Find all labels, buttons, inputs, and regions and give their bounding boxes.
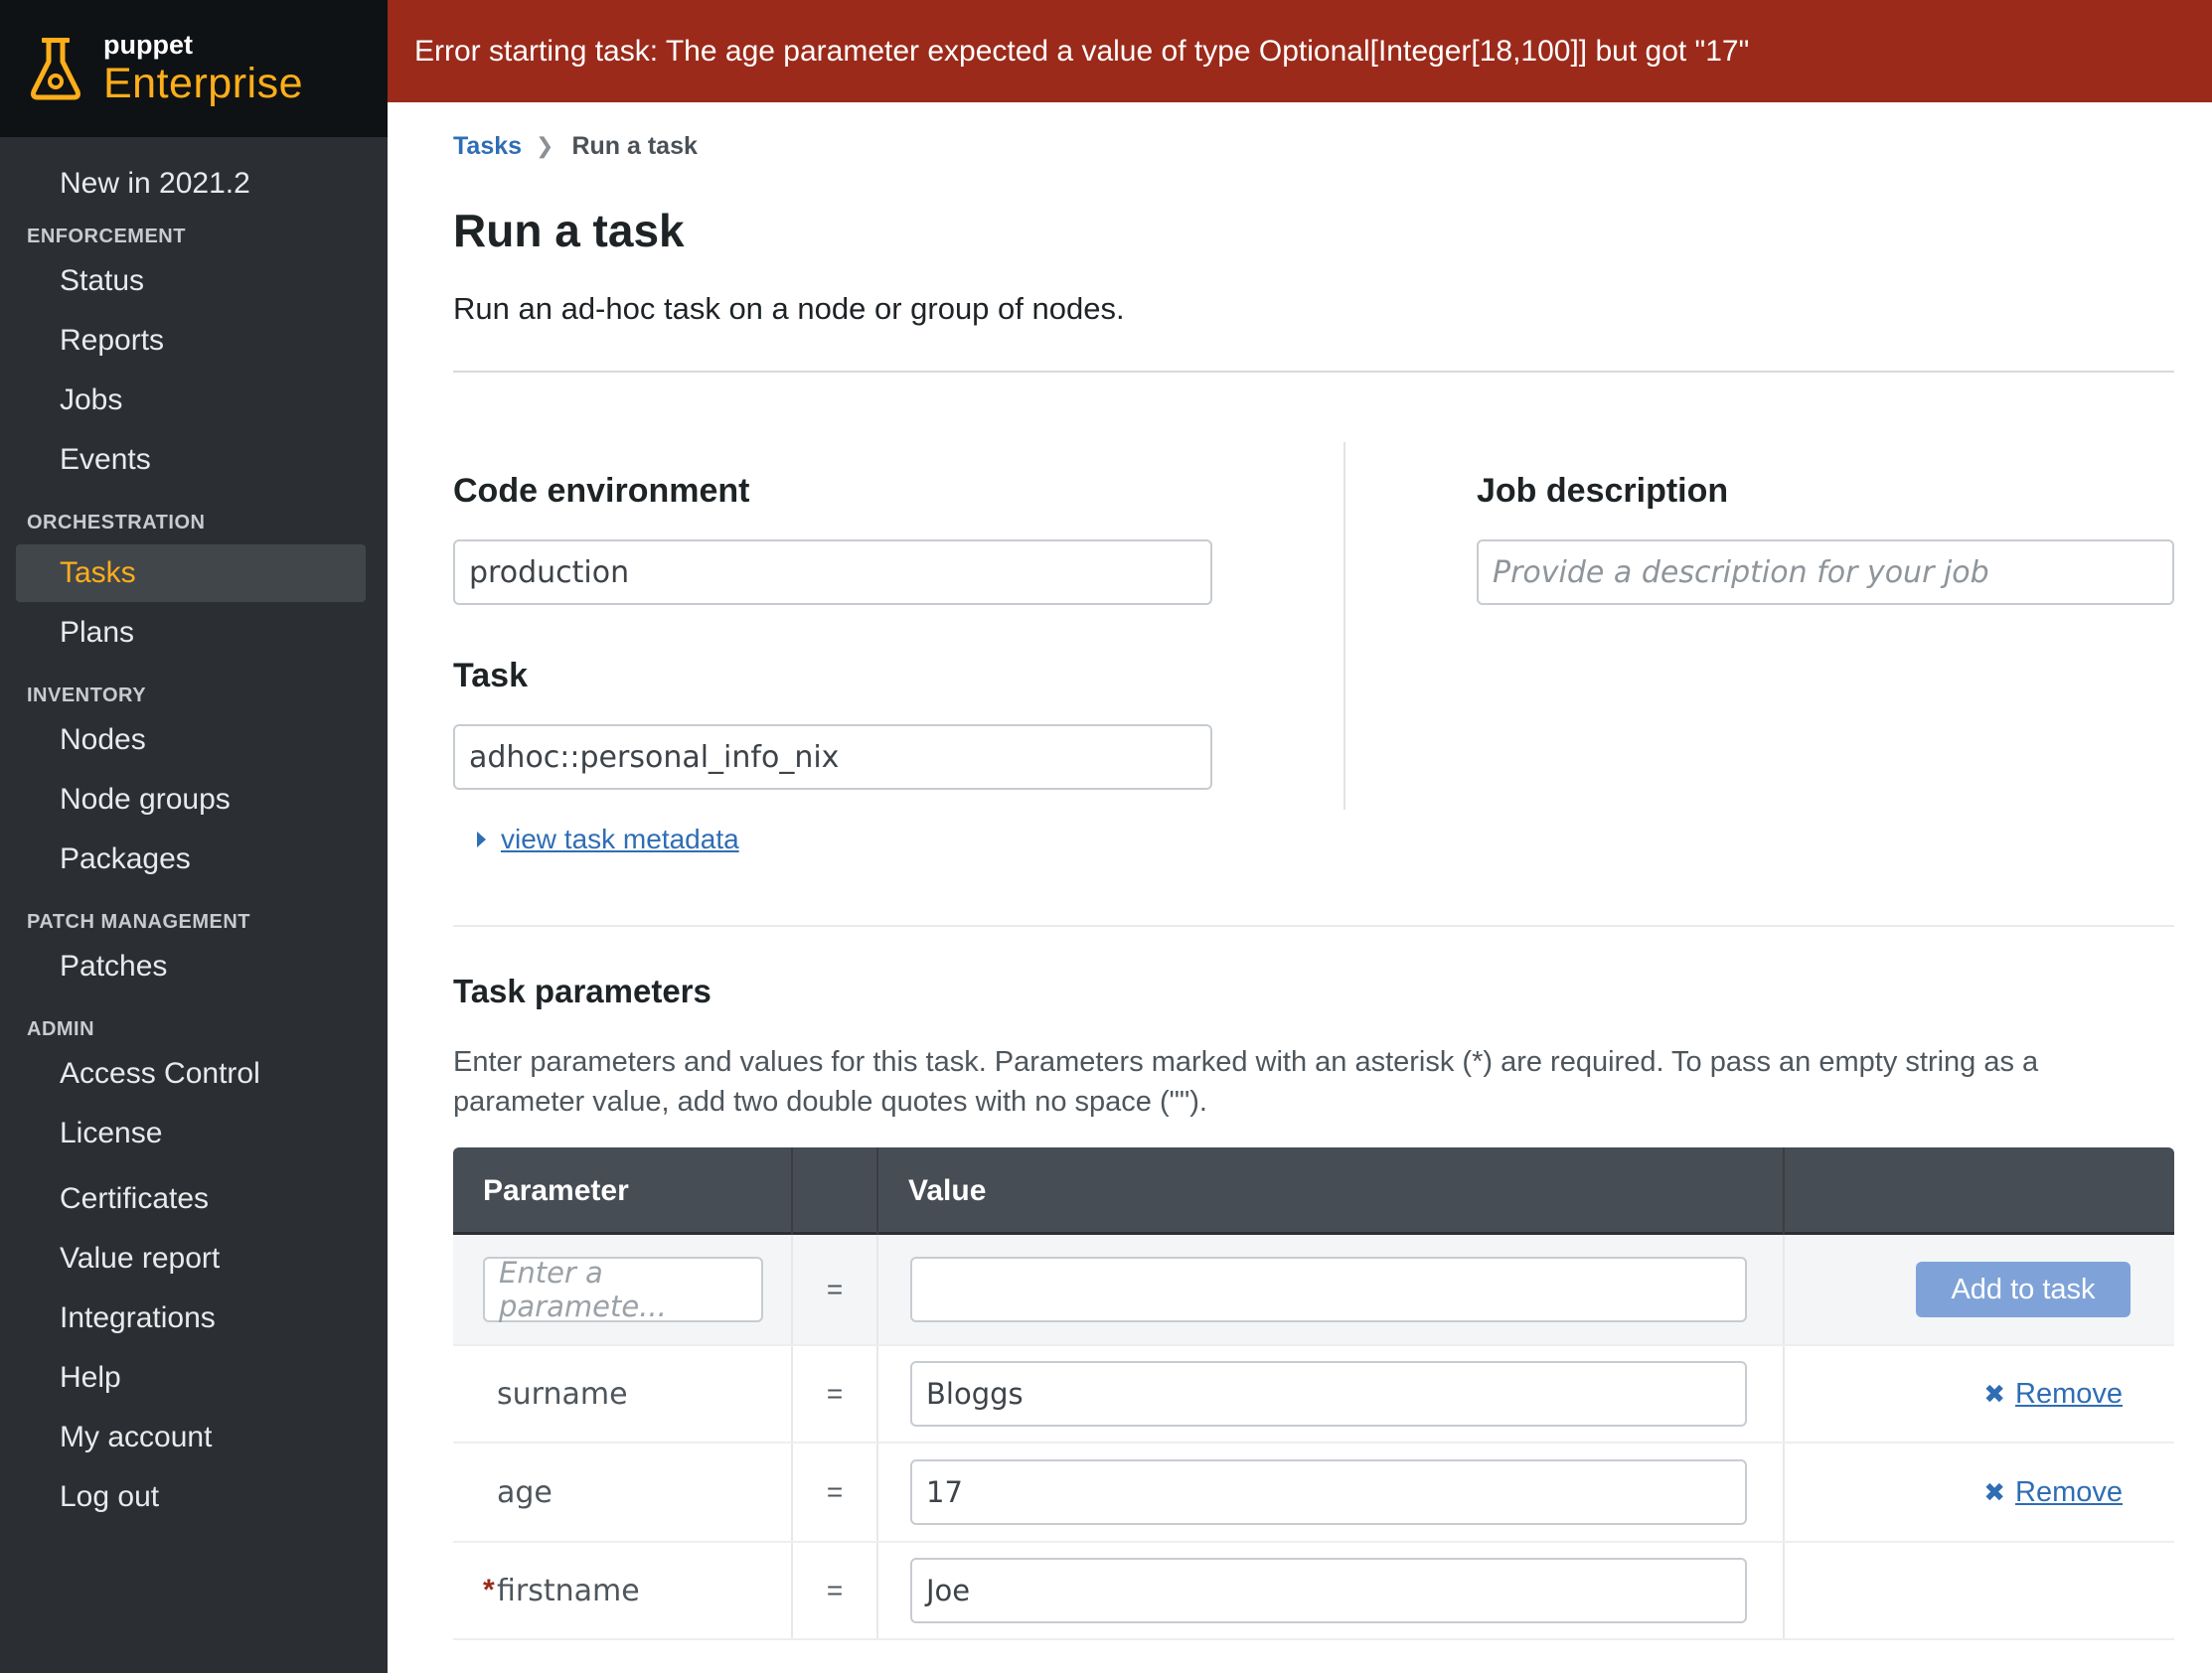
nav-item-certificates[interactable]: Certificates <box>0 1170 388 1228</box>
breadcrumb-current: Run a task <box>571 131 698 160</box>
remove-label: Remove <box>2015 1377 2123 1410</box>
parameter-name-cell: age <box>453 1444 793 1541</box>
nav-item-packages[interactable]: Packages <box>0 831 388 888</box>
job-description-input[interactable]: Provide a description for your job <box>1477 539 2174 605</box>
nav-item-value-report[interactable]: Value report <box>0 1230 388 1288</box>
add-action-cell: Add to task <box>1785 1235 2174 1344</box>
empty-action-cell <box>1785 1543 2174 1638</box>
task-parameters-heading: Task parameters <box>453 973 711 1009</box>
new-value-cell <box>878 1235 1785 1344</box>
add-to-task-button[interactable]: Add to task <box>1916 1262 2131 1317</box>
close-icon: ✖ <box>1983 1378 2005 1409</box>
nav-item-node-groups[interactable]: Node groups <box>0 771 388 829</box>
nav-section-inventory: INVENTORY <box>27 684 147 706</box>
nav-section-enforcement: ENFORCEMENT <box>27 226 186 247</box>
nav-item-tasks[interactable]: Tasks <box>16 544 366 602</box>
nav-item-plans[interactable]: Plans <box>0 604 388 662</box>
view-task-metadata-link[interactable]: view task metadata <box>477 824 739 855</box>
view-task-metadata-label: view task metadata <box>501 824 739 854</box>
header-parameter: Parameter <box>453 1147 793 1235</box>
required-asterisk: * <box>483 1574 495 1606</box>
nav-menu: New in 2021.2 ENFORCEMENT Status Reports… <box>0 137 388 1526</box>
parameter-name: firstname <box>497 1573 640 1608</box>
nav-section-orchestration: ORCHESTRATION <box>27 512 206 533</box>
flask-logo-icon <box>31 38 80 100</box>
new-parameter-input[interactable]: Enter a paramete... <box>483 1256 763 1323</box>
nav-section-admin: ADMIN <box>27 1018 95 1040</box>
table-row: surname = Bloggs ✖ Remove <box>453 1346 2174 1444</box>
nav-item-access-control[interactable]: Access Control <box>0 1045 388 1103</box>
parameter-name-cell: * firstname <box>453 1543 793 1638</box>
nav-item-help[interactable]: Help <box>0 1349 388 1407</box>
parameter-name: surname <box>497 1376 628 1412</box>
nav-section-patch-management: PATCH MANAGEMENT <box>27 911 251 933</box>
breadcrumb: Tasks ❯ Run a task <box>453 128 2174 164</box>
nav-item-license[interactable]: License <box>0 1105 388 1162</box>
table-header: Parameter Value <box>453 1147 2174 1235</box>
equals-sign: = <box>793 1543 878 1638</box>
nav-item-status[interactable]: Status <box>0 252 388 310</box>
nav-item-events[interactable]: Events <box>0 431 388 489</box>
new-parameter-cell: Enter a paramete... <box>453 1235 793 1344</box>
brand-text: puppet Enterprise <box>103 32 303 105</box>
main-content: Tasks ❯ Run a task Run a task Run an ad-… <box>453 102 2174 1640</box>
brand-header[interactable]: puppet Enterprise <box>0 0 388 137</box>
parameter-value-cell: Bloggs <box>878 1346 1785 1442</box>
nav-item-integrations[interactable]: Integrations <box>0 1290 388 1347</box>
nav-item-whats-new[interactable]: New in 2021.2 <box>0 155 388 213</box>
code-environment-input[interactable]: production <box>453 539 1212 605</box>
brand-product-name: Enterprise <box>103 60 303 107</box>
sidebar: puppet Enterprise New in 2021.2 ENFORCEM… <box>0 0 388 1673</box>
header-actions <box>1785 1147 2174 1235</box>
nav-item-nodes[interactable]: Nodes <box>0 711 388 769</box>
brand-small-text: puppet <box>103 30 193 60</box>
parameter-name: age <box>497 1474 553 1510</box>
job-description-label: Job description <box>1477 472 1729 510</box>
task-parameters-description: Enter parameters and values for this tas… <box>453 1046 2039 1118</box>
page-title: Run a task <box>453 205 685 256</box>
chevron-right-icon: ❯ <box>536 133 554 158</box>
parameters-table: Parameter Value Enter a paramete... = Ad… <box>453 1147 2174 1640</box>
table-row: * firstname = Joe <box>453 1543 2174 1640</box>
code-environment-label: Code environment <box>453 472 750 510</box>
equals-sign: = <box>793 1235 878 1344</box>
caret-right-icon <box>477 832 486 847</box>
parameter-value-cell: 17 <box>878 1444 1785 1541</box>
remove-surname-link[interactable]: ✖ Remove <box>1983 1378 2123 1411</box>
remove-action-cell: ✖ Remove <box>1785 1444 2174 1541</box>
table-row: age = 17 ✖ Remove <box>453 1444 2174 1543</box>
column-divider <box>1343 442 1345 810</box>
task-label: Task <box>453 657 528 694</box>
firstname-value-input[interactable]: Joe <box>910 1558 1747 1623</box>
nav-item-log-out[interactable]: Log out <box>0 1468 388 1526</box>
nav-item-patches[interactable]: Patches <box>0 938 388 995</box>
error-banner: Error starting task: The age parameter e… <box>388 0 2212 102</box>
add-parameter-row: Enter a paramete... = Add to task <box>453 1235 2174 1346</box>
task-input[interactable]: adhoc::personal_info_nix <box>453 724 1212 790</box>
age-value-input[interactable]: 17 <box>910 1459 1747 1525</box>
nav-item-reports[interactable]: Reports <box>0 312 388 370</box>
nav-item-my-account[interactable]: My account <box>0 1409 388 1466</box>
surname-value-input[interactable]: Bloggs <box>910 1361 1747 1427</box>
app-root: puppet Enterprise New in 2021.2 ENFORCEM… <box>0 0 2212 1673</box>
equals-sign: = <box>793 1444 878 1541</box>
header-equals <box>793 1147 878 1235</box>
page-subtitle: Run an ad-hoc task on a node or group of… <box>453 291 1125 326</box>
breadcrumb-tasks-link[interactable]: Tasks <box>453 132 522 161</box>
header-value: Value <box>878 1147 1785 1235</box>
remove-label: Remove <box>2015 1475 2123 1508</box>
close-icon: ✖ <box>1983 1476 2005 1507</box>
remove-action-cell: ✖ Remove <box>1785 1346 2174 1442</box>
task-form: Code environment production Task adhoc::… <box>453 373 2174 929</box>
equals-sign: = <box>793 1346 878 1442</box>
new-value-input[interactable] <box>910 1257 1747 1322</box>
section-divider <box>453 925 2174 927</box>
parameter-name-cell: surname <box>453 1346 793 1442</box>
remove-age-link[interactable]: ✖ Remove <box>1983 1476 2123 1509</box>
parameter-value-cell: Joe <box>878 1543 1785 1638</box>
nav-item-jobs[interactable]: Jobs <box>0 372 388 429</box>
